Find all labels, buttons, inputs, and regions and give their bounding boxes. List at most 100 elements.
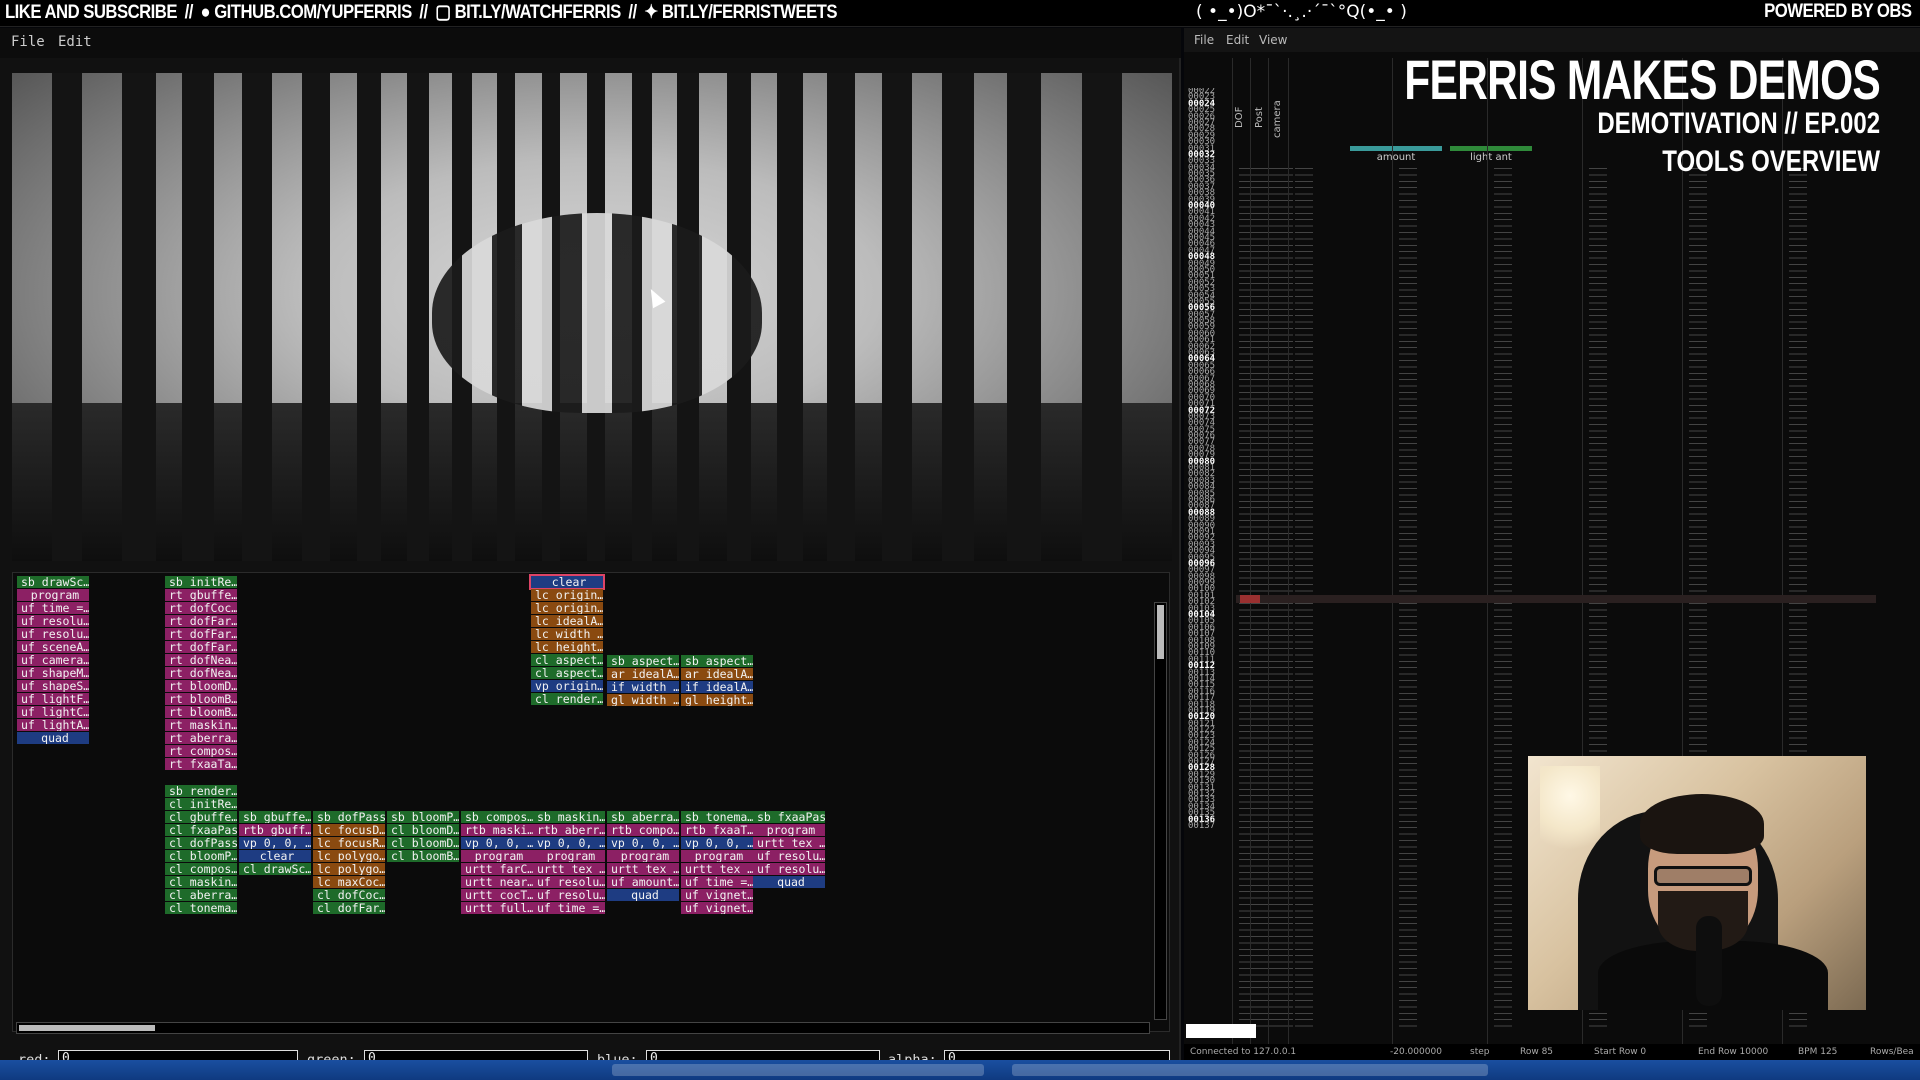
menu-file[interactable]: File xyxy=(1194,33,1214,47)
command-node-cl[interactable]: cl aberra… xyxy=(165,889,237,901)
command-node-rt[interactable]: rt aberra… xyxy=(165,732,237,744)
command-node-uf[interactable]: uf resolu… xyxy=(533,876,605,888)
command-node-prog[interactable]: program xyxy=(681,850,753,862)
command-node-urtt[interactable]: urtt tex … xyxy=(607,863,679,875)
track-column[interactable] xyxy=(1268,58,1293,1044)
command-node-ar[interactable]: ar idealA… xyxy=(681,668,753,680)
command-graph-panel[interactable]: sb drawSc… program uf time =… uf resolu… uf … xyxy=(12,572,1170,1032)
command-node-cl[interactable]: cl dofPass xyxy=(165,837,237,849)
command-node-uf[interactable]: uf resolu… xyxy=(533,889,605,901)
command-node-uf[interactable]: uf resolu… xyxy=(753,863,825,875)
command-node-lc[interactable]: lc width … xyxy=(531,628,603,640)
command-node-vp[interactable]: vp 0, 0, … xyxy=(239,837,311,849)
command-node-urtt[interactable]: urtt tex … xyxy=(533,863,605,875)
command-node-urtt[interactable]: urtt cocT… xyxy=(461,889,533,901)
command-node-lc[interactable]: lc focusD… xyxy=(313,824,385,836)
render-viewport[interactable] xyxy=(12,73,1172,561)
command-node-rt[interactable]: rt dofNea… xyxy=(165,654,237,666)
command-node-urtt[interactable]: urtt tex … xyxy=(753,837,825,849)
command-node-uf[interactable]: uf resolu… xyxy=(753,850,825,862)
command-node-rt[interactable]: rt bloomD… xyxy=(165,680,237,692)
command-node-clear[interactable]: clear xyxy=(239,850,311,862)
command-node-prog[interactable]: program xyxy=(533,850,605,862)
command-node-lc[interactable]: lc polygo… xyxy=(313,850,385,862)
command-node-rt[interactable]: rt dofFar… xyxy=(165,641,237,653)
command-node-prog[interactable]: program xyxy=(753,824,825,836)
command-node-prog[interactable]: program xyxy=(17,589,89,601)
command-node-vp[interactable]: vp 0, 0, … xyxy=(681,837,753,849)
command-node-cl[interactable]: cl maskin… xyxy=(165,876,237,888)
command-node-rtb[interactable]: rtb gbuff… xyxy=(239,824,311,836)
command-node-sb[interactable]: sb aberra… xyxy=(607,811,679,823)
command-node-cl[interactable]: cl dofCoc… xyxy=(313,889,385,901)
command-node-cl[interactable]: cl drawSc… xyxy=(239,863,311,875)
command-node-gl[interactable]: gl width … xyxy=(607,694,679,706)
command-node-sb[interactable]: sb initRe… xyxy=(165,576,237,588)
track-column[interactable] xyxy=(1250,58,1275,1044)
command-node-cl[interactable]: cl aspect… xyxy=(531,654,603,666)
command-node-rt[interactable]: rt compos… xyxy=(165,745,237,757)
command-node-urtt[interactable]: urtt full… xyxy=(461,902,533,914)
track-column[interactable] xyxy=(1232,58,1257,1044)
row-edit-box[interactable] xyxy=(1186,1024,1256,1038)
command-node-uf[interactable]: uf amount… xyxy=(607,876,679,888)
command-node-sb[interactable]: sb maskin… xyxy=(533,811,605,823)
command-node-cl[interactable]: cl aspect… xyxy=(531,667,603,679)
command-node-uf[interactable]: uf resolu… xyxy=(17,628,89,640)
command-node-uf[interactable]: uf time =… xyxy=(681,876,753,888)
command-node-urtt[interactable]: urtt farC… xyxy=(461,863,533,875)
command-node-rt[interactable]: rt dofFar… xyxy=(165,615,237,627)
command-node-sb[interactable]: sb render… xyxy=(165,785,237,797)
command-node-vp[interactable]: vp origin… xyxy=(531,680,603,692)
command-node-urtt[interactable]: urtt near… xyxy=(461,876,533,888)
command-node-sb[interactable]: sb fxaaPass xyxy=(753,811,825,823)
scroll-thumb[interactable] xyxy=(1157,605,1164,659)
command-node-uf[interactable]: uf camera… xyxy=(17,654,89,666)
command-node-quad[interactable]: quad xyxy=(17,732,89,744)
command-node-uf[interactable]: uf shapeM… xyxy=(17,667,89,679)
command-node-rt[interactable]: rt dofCoc… xyxy=(165,602,237,614)
menu-edit[interactable]: Edit xyxy=(58,34,92,50)
command-node-rt[interactable]: rt bloomB… xyxy=(165,706,237,718)
command-node-lc[interactable]: lc origin… xyxy=(531,589,603,601)
command-node-cl[interactable]: cl compos… xyxy=(165,863,237,875)
command-node-prog[interactable]: program xyxy=(461,850,533,862)
command-node-uf[interactable]: uf vignet… xyxy=(681,889,753,901)
command-node-rt[interactable]: rt maskin… xyxy=(165,719,237,731)
command-node-quad[interactable]: quad xyxy=(753,876,825,888)
command-node-rtb[interactable]: rtb fxaaT… xyxy=(681,824,753,836)
command-node-sb[interactable]: sb gbuffe… xyxy=(239,811,311,823)
command-node-gl[interactable]: gl height… xyxy=(681,694,753,706)
command-node-cl[interactable]: cl bloomD… xyxy=(387,837,459,849)
command-node-lc[interactable]: lc height… xyxy=(531,641,603,653)
command-node-lc[interactable]: lc idealA… xyxy=(531,615,603,627)
scroll-thumb[interactable] xyxy=(19,1025,155,1031)
command-node-rt[interactable]: rt bloomB… xyxy=(165,693,237,705)
command-node-vp[interactable]: vp 0, 0, … xyxy=(533,837,605,849)
command-node-sb[interactable]: sb drawSc… xyxy=(17,576,89,588)
command-node-uf[interactable]: uf lightF… xyxy=(17,693,89,705)
command-node-sb[interactable]: sb compos… xyxy=(461,811,533,823)
command-node-uf[interactable]: uf shapeS… xyxy=(17,680,89,692)
command-node-cl[interactable]: cl fxaaPass xyxy=(165,824,237,836)
command-node-cl[interactable]: cl gbuffe… xyxy=(165,811,237,823)
command-node-rt[interactable]: rt fxaaTa… xyxy=(165,758,237,770)
command-node-uf[interactable]: uf sceneA… xyxy=(17,641,89,653)
command-node-rt[interactable]: rt dofNea… xyxy=(165,667,237,679)
horizontal-scrollbar[interactable] xyxy=(16,1022,1150,1034)
command-node-cl[interactable]: cl render… xyxy=(531,693,603,705)
command-node-rt[interactable]: rt dofFar… xyxy=(165,628,237,640)
command-node-cl[interactable]: cl initRe… xyxy=(165,798,237,810)
command-node-vp[interactable]: vp 0, 0, … xyxy=(607,837,679,849)
command-node-lc[interactable]: lc focusR… xyxy=(313,837,385,849)
command-node-rtb[interactable]: rtb maski… xyxy=(461,824,533,836)
command-node-uf[interactable]: uf time =… xyxy=(17,602,89,614)
vertical-scrollbar[interactable] xyxy=(1154,602,1167,1020)
command-node-sb[interactable]: sb aspect… xyxy=(681,655,753,667)
track-column[interactable] xyxy=(1288,58,1388,1044)
command-node-cl[interactable]: cl tonema… xyxy=(165,902,237,914)
command-node-if[interactable]: if width … xyxy=(607,681,679,693)
command-node-vp[interactable]: vp 0, 0, … xyxy=(461,837,533,849)
command-node-lc[interactable]: lc polygo… xyxy=(313,863,385,875)
command-node-uf[interactable]: uf lightC… xyxy=(17,706,89,718)
